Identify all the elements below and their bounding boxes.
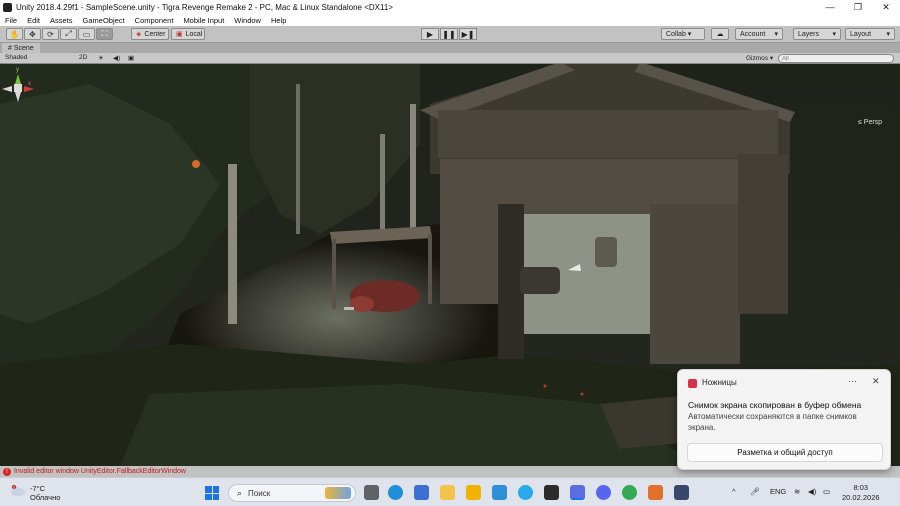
taskbar-search[interactable]: ⌕ Поиск <box>228 484 356 502</box>
notification-close-button[interactable]: ✕ <box>872 376 880 387</box>
title-bar: Unity 2018.4.29f1 - SampleScene.unity - … <box>0 0 900 14</box>
search-highlight-icon <box>325 487 351 499</box>
weather-widget[interactable]: -7°C Облачно <box>30 484 60 502</box>
search-icon: ⌕ <box>237 487 243 498</box>
wifi-icon[interactable]: ≋ <box>794 487 800 496</box>
unity-hub-icon[interactable] <box>544 485 559 500</box>
layout-dropdown[interactable]: Layout ▾ <box>845 28 895 40</box>
rotate-tool-icon[interactable]: ⟳ <box>42 28 59 40</box>
2d-toggle[interactable]: 2D <box>79 54 87 61</box>
pivot-center-toggle[interactable]: ◈ Center <box>131 28 169 40</box>
gizmos-dropdown[interactable]: Gizmos ▾ <box>746 54 773 62</box>
chrome-icon[interactable] <box>622 485 637 500</box>
menu-gameobject[interactable]: GameObject <box>78 16 130 25</box>
window-title: Unity 2018.4.29f1 - SampleScene.unity - … <box>16 2 393 12</box>
snipping-tool-notification[interactable]: Ножницы ··· ✕ Снимок экрана скопирован в… <box>677 369 891 470</box>
cloud-weather-icon[interactable]: 1 <box>10 485 26 496</box>
menu-assets[interactable]: Assets <box>45 16 78 25</box>
windows-taskbar: 1 -7°C Облачно ⌕ Поиск ^ 🎤︎ ENG ≋ ◀) ▭ 8… <box>0 477 900 506</box>
effects-toggle-icon[interactable]: ▣ <box>128 54 134 62</box>
chevron-down-icon: ▾ <box>832 31 836 38</box>
markup-and-share-button[interactable]: Разметка и общий доступ <box>687 443 883 462</box>
chevron-down-icon: ▾ <box>774 31 778 38</box>
minimize-button[interactable]: — <box>816 0 844 14</box>
scene-toolbar: Shaded 2D ☀ ◀) ▣ Gizmos ▾ <box>0 53 900 64</box>
taskbar-search-label: Поиск <box>248 488 271 498</box>
projection-label[interactable]: ≤ Persp <box>858 119 882 126</box>
notification-headline: Снимок экрана скопирован в буфер обмена <box>688 400 862 410</box>
show-hidden-icons-button[interactable]: ^ <box>732 487 736 496</box>
play-button[interactable]: ▶ <box>421 28 439 40</box>
gizmo-x-label: x <box>28 81 31 87</box>
cloud-icon[interactable]: ☁ <box>711 28 729 40</box>
close-button[interactable]: ✕ <box>872 0 900 14</box>
menu-file[interactable]: File <box>0 16 22 25</box>
chevron-down-icon: ▾ <box>886 31 890 38</box>
account-dropdown[interactable]: Account ▾ <box>735 28 783 40</box>
clock-date: 20.02.2026 <box>842 493 880 502</box>
menu-edit[interactable]: Edit <box>22 16 45 25</box>
taskbar-clock[interactable]: 8:03 20.02.2026 <box>842 483 880 503</box>
gizmo-y-label: y <box>16 67 19 73</box>
yellow-app-icon[interactable] <box>466 485 481 500</box>
file-explorer-icon[interactable] <box>440 485 455 500</box>
photos-icon[interactable] <box>492 485 507 500</box>
volume-icon[interactable]: ◀) <box>808 487 816 496</box>
menu-mobile-input[interactable]: Mobile Input <box>178 16 229 25</box>
edge-browser-icon[interactable] <box>388 485 403 500</box>
notification-app-name: Ножницы <box>702 378 737 387</box>
error-icon: ! <box>3 467 11 476</box>
local-space-icon: ▣ <box>176 31 183 38</box>
layers-dropdown[interactable]: Layers ▾ <box>793 28 841 40</box>
unity-logo-icon <box>3 2 12 12</box>
notification-body: Автоматически сохраняются в папке снимко… <box>688 412 857 432</box>
main-toolbar: ✋ ✥ ⟳ ⤢ ▭ ⛶ ◈ Center ▣ Local ▶ ❚❚ ▶❚ Colla… <box>0 26 900 43</box>
error-message: Invalid editor window UnityEditor.Fallba… <box>14 468 186 475</box>
discord-icon[interactable] <box>596 485 611 500</box>
snipping-tool-icon <box>688 379 697 388</box>
task-view-icon[interactable] <box>364 485 379 500</box>
telegram-icon[interactable] <box>518 485 533 500</box>
unity-editor-window: Unity 2018.4.29f1 - SampleScene.unity - … <box>0 0 900 506</box>
tab-scene[interactable]: # Scene <box>2 43 40 53</box>
unity-editor-icon[interactable] <box>674 485 689 500</box>
scene-tab-bar: # Scene <box>0 43 900 53</box>
move-tool-icon[interactable]: ✥ <box>24 28 41 40</box>
weather-temperature: -7°C <box>30 484 46 493</box>
audio-toggle-icon[interactable]: ◀) <box>113 54 120 62</box>
maximize-button[interactable]: ❐ <box>844 0 872 14</box>
pivot-space-toggle[interactable]: ▣ Local <box>171 28 205 40</box>
shading-mode-dropdown[interactable]: Shaded <box>5 54 27 61</box>
pause-button[interactable]: ❚❚ <box>440 28 458 40</box>
clock-time: 8:03 <box>853 483 869 492</box>
collab-dropdown[interactable]: Collab ▾ <box>661 28 705 40</box>
pivot-icon: ◈ <box>136 31 142 38</box>
menu-help[interactable]: Help <box>266 16 291 25</box>
menu-bar: File Edit Assets GameObject Component Mo… <box>0 14 900 26</box>
scale-tool-icon[interactable]: ⤢ <box>60 28 77 40</box>
menu-window[interactable]: Window <box>229 16 266 25</box>
brave-icon[interactable] <box>648 485 663 500</box>
visual-studio-icon[interactable] <box>570 485 585 500</box>
battery-icon[interactable]: ▭ <box>823 487 830 496</box>
lighting-toggle-icon[interactable]: ☀ <box>98 54 104 62</box>
start-button[interactable] <box>205 486 219 500</box>
rect-tool-icon[interactable]: ▭ <box>78 28 95 40</box>
transform-tool-icon[interactable]: ⛶ <box>96 28 113 40</box>
microphone-icon[interactable]: 🎤︎ <box>750 487 760 496</box>
step-button[interactable]: ▶❚ <box>459 28 477 40</box>
scene-search-input[interactable] <box>778 54 894 63</box>
orientation-gizmo[interactable]: y x <box>0 64 36 112</box>
more-options-button[interactable]: ··· <box>848 376 857 386</box>
hand-tool-icon[interactable]: ✋ <box>6 28 23 40</box>
weather-badge: 1 <box>13 486 15 490</box>
menu-component[interactable]: Component <box>130 16 179 25</box>
store-icon[interactable] <box>414 485 429 500</box>
language-indicator[interactable]: ENG <box>770 487 786 496</box>
weather-condition: Облачно <box>30 493 61 502</box>
